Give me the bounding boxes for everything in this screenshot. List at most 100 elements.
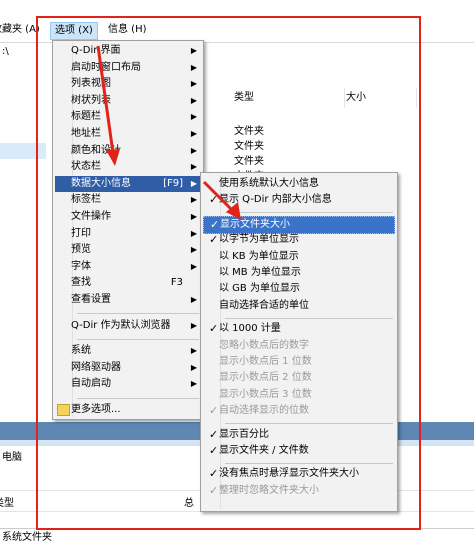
- column-header-size[interactable]: 大小: [342, 88, 417, 108]
- menu-item-label: 显示小数点后 3 位数: [219, 388, 312, 400]
- address-text: :\: [2, 46, 9, 57]
- menu-item[interactable]: 网络驱动器 ▶: [55, 360, 201, 376]
- menu-item: 显示小数点后 2 位数: [203, 370, 395, 386]
- menu-item[interactable]: ✓ 以 1000 计量: [203, 321, 395, 337]
- checkmark-icon: ✓: [209, 322, 219, 336]
- menu-info[interactable]: 信息 (H): [104, 22, 151, 38]
- menu-item-label: 以 MB 为单位显示: [219, 267, 301, 278]
- submenu-arrow-icon: ▶: [190, 362, 197, 372]
- menu-item: 忽略小数点后的数字: [203, 338, 395, 354]
- submenu-arrow-icon: ▶: [190, 145, 197, 155]
- menu-item-label: 显示小数点后 2 位数: [219, 372, 312, 384]
- menu-item-label: 显示 Q-Dir 内部大小信息: [219, 194, 332, 206]
- menu-separator: [77, 397, 199, 399]
- menu-item[interactable]: ✓ 显示百分比: [203, 427, 395, 443]
- folder-icon: [57, 404, 70, 416]
- menu-item[interactable]: 更多选项...: [55, 402, 201, 418]
- menu-item-label: 自动选择合适的单位: [219, 299, 309, 311]
- menu-item-label: 文件操作: [71, 211, 111, 222]
- menu-item-label: 显示文件夹大小: [220, 218, 290, 230]
- menu-item[interactable]: 以 GB 为单位显示: [203, 281, 395, 297]
- menu-item[interactable]: 查找 F3: [55, 275, 201, 291]
- submenu-arrow-icon: ▶: [190, 245, 197, 255]
- submenu-arrow-icon: ▶: [190, 295, 197, 304]
- computer-item[interactable]: 电脑: [0, 450, 202, 466]
- menu-item-shortcut: F3: [170, 277, 183, 289]
- menu-item[interactable]: 自动启动 ▶: [55, 376, 201, 392]
- menu-item[interactable]: 以 MB 为单位显示: [203, 265, 395, 281]
- menu-item[interactable]: 标题栏 ▶: [55, 109, 201, 125]
- menu-item[interactable]: 数据大小信息 [F9] ▶: [55, 175, 201, 192]
- submenu-arrow-icon: ▶: [190, 46, 197, 55]
- checkmark-icon: ✓: [209, 427, 219, 441]
- submenu-arrow-icon: ▶: [190, 95, 197, 105]
- lower-column-total[interactable]: 总: [184, 494, 194, 509]
- menu-item[interactable]: Q-Dir 界面 ▶: [55, 43, 201, 59]
- lower-column-type[interactable]: 类型: [0, 494, 14, 509]
- menu-item[interactable]: ✓ 显示文件夹 / 文件数: [203, 443, 395, 459]
- menu-item[interactable]: 树状列表 ▶: [55, 93, 201, 109]
- menu-item-label: 标题栏: [71, 111, 101, 123]
- checkmark-icon: ✓: [210, 217, 220, 231]
- menu-item[interactable]: ✓ 没有焦点时悬浮显示文件夹大小: [203, 466, 395, 482]
- menu-item[interactable]: 启动时窗口布局 ▶: [55, 60, 201, 76]
- menu-item[interactable]: Q-Dir 作为默认浏览器 ▶: [55, 318, 201, 334]
- menu-item-label: 网络驱动器: [71, 361, 121, 373]
- menu-item[interactable]: 使用系统默认大小信息: [203, 176, 395, 192]
- menu-item[interactable]: 字体 ▶: [55, 259, 201, 275]
- menu-item[interactable]: 地址栏 ▶: [55, 126, 201, 142]
- checkmark-icon: ✓: [209, 444, 219, 457]
- menu-item-label: 查看设置: [71, 294, 111, 305]
- submenu-arrow-icon: ▶: [190, 62, 197, 72]
- menu-item-label: 数据大小信息: [71, 177, 131, 189]
- menu-item-label: 颜色和设计: [71, 144, 121, 156]
- status-bar: 系统文件夹: [0, 528, 474, 546]
- menu-item-label: Q-Dir 作为默认浏览器: [71, 319, 171, 331]
- menu-item-label: 更多选项...: [71, 404, 121, 415]
- menu-item[interactable]: 打印 ▶: [55, 226, 201, 242]
- file-row-type[interactable]: 文件夹: [234, 124, 264, 140]
- menu-item[interactable]: 标签栏 ▶: [55, 192, 201, 208]
- menu-item-label: Q-Dir 界面: [71, 45, 121, 56]
- menu-item-label: 自动选择显示的位数: [219, 405, 309, 417]
- menu-item-label: 自动启动: [71, 378, 111, 390]
- menu-item[interactable]: 状态栏 ▶: [55, 159, 201, 175]
- submenu-arrow-icon: ▶: [190, 379, 197, 389]
- submenu-arrow-icon: ▶: [190, 228, 197, 238]
- menu-options[interactable]: 选项 (X): [50, 22, 98, 40]
- submenu-arrow-icon: ▶: [190, 112, 197, 122]
- selected-tree-item[interactable]: [0, 143, 46, 159]
- checkmark-icon: ✓: [209, 233, 219, 247]
- column-header-type[interactable]: 类型: [230, 88, 345, 108]
- submenu-arrow-icon: ▶: [190, 346, 197, 356]
- file-row-type[interactable]: 文件夹: [234, 154, 264, 170]
- menu-item[interactable]: 预览 ▶: [55, 242, 201, 258]
- checkmark-icon: ✓: [209, 404, 219, 418]
- menu-item[interactable]: 自动选择合适的单位: [203, 298, 395, 314]
- menu-item-label: 地址栏: [71, 128, 101, 139]
- menu-item[interactable]: 文件操作 ▶: [55, 209, 201, 225]
- menu-item[interactable]: ✓ 以字节为单位显示: [203, 232, 395, 248]
- menu-item-label: 启动时窗口布局: [71, 61, 141, 73]
- menu-item[interactable]: ✓ 显示 Q-Dir 内部大小信息: [203, 192, 395, 208]
- menu-item[interactable]: 系统 ▶: [55, 343, 201, 359]
- file-row-type[interactable]: 文件夹: [234, 139, 264, 155]
- size-info-submenu: 使用系统默认大小信息 ✓ 显示 Q-Dir 内部大小信息 ✓ 显示文件夹大小 ✓ 以字节为单…: [200, 172, 398, 512]
- menu-item[interactable]: 查看设置 ▶: [55, 292, 201, 308]
- menu-item-label: 显示小数点后 1 位数: [219, 356, 312, 367]
- menu-separator: [77, 338, 199, 340]
- menu-item[interactable]: 列表视图 ▶: [55, 76, 201, 92]
- menu-item-label: 显示文件夹 / 文件数: [219, 445, 309, 456]
- menu-item: 显示小数点后 3 位数: [203, 387, 395, 403]
- menu-item[interactable]: ✓ 显示文件夹大小: [203, 215, 395, 234]
- menu-item-label: 查找: [71, 277, 91, 289]
- menu-item-label: 显示百分比: [219, 428, 269, 440]
- menu-favorites[interactable]: 收藏夹 (A): [0, 22, 44, 38]
- menu-item-label: 列表视图: [71, 78, 111, 90]
- options-menu: Q-Dir 界面 ▶ 启动时窗口布局 ▶ 列表视图 ▶ 树状列表 ▶ 标题栏 ▶ 地址栏 ▶ 颜色和设计…: [52, 40, 204, 420]
- menu-item[interactable]: 颜色和设计 ▶: [55, 143, 201, 159]
- menu-item: ✓ 自动选择显示的位数: [203, 403, 395, 419]
- checkmark-icon: ✓: [209, 483, 219, 497]
- menu-item[interactable]: 以 KB 为单位显示: [203, 249, 395, 265]
- menu-item-shortcut: [F9]: [163, 177, 183, 189]
